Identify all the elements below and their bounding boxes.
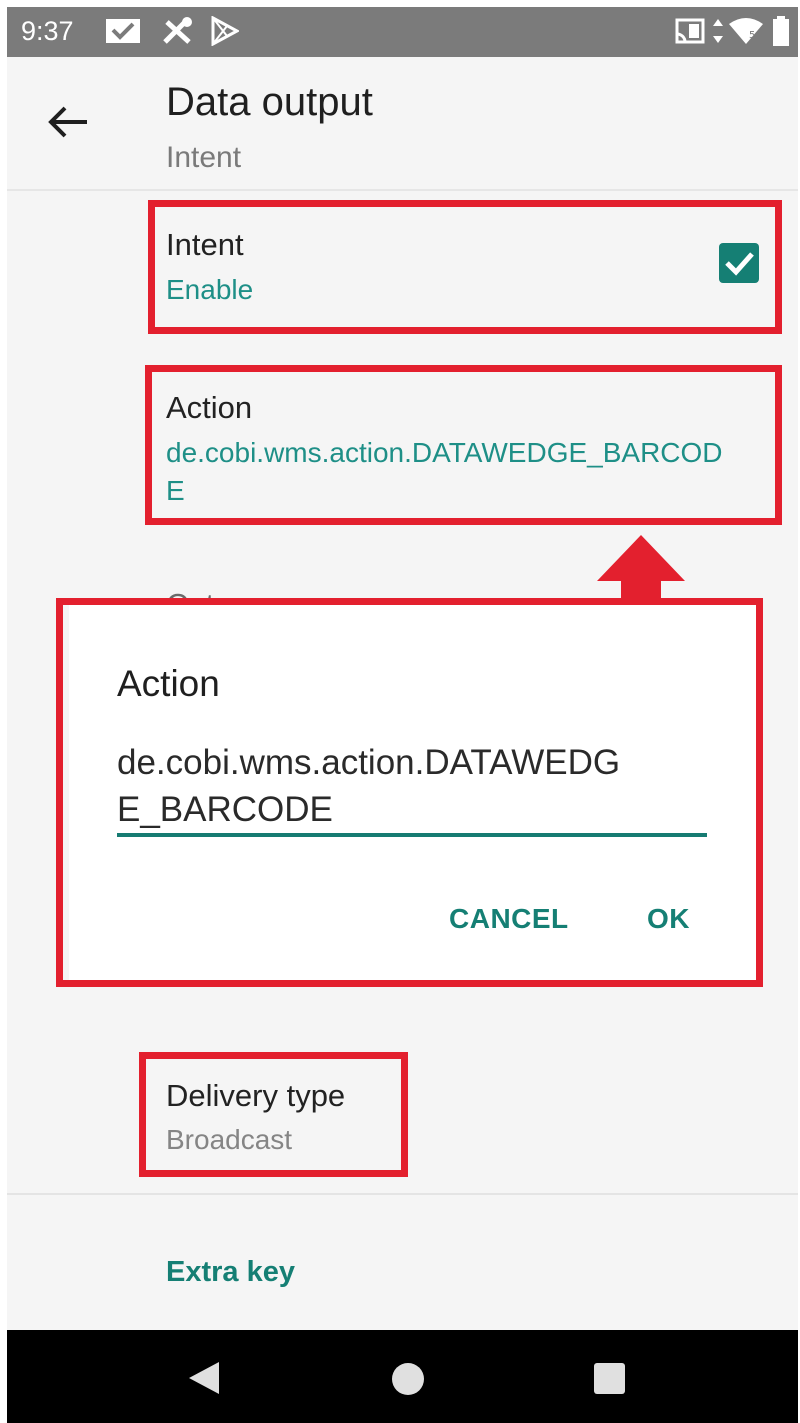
tools-icon [163, 17, 192, 44]
cast-icon [675, 18, 705, 44]
page-title: Data output [166, 80, 373, 124]
screen: 9:37 5 Data output Intent Intent Enable … [7, 7, 798, 1423]
battery-icon [773, 16, 789, 46]
wifi-icon: 5 [729, 18, 763, 44]
extra-key-header[interactable]: Extra key [166, 1256, 295, 1289]
section-divider [7, 1193, 798, 1195]
play-store-icon [211, 16, 239, 46]
svg-text:5: 5 [749, 30, 755, 41]
nav-bar [7, 1330, 798, 1423]
highlight-intent [148, 200, 782, 334]
nav-home-icon[interactable] [392, 1363, 424, 1395]
data-arrows-icon [713, 19, 723, 43]
arrow-left-icon[interactable] [45, 99, 91, 145]
highlight-delivery [139, 1052, 408, 1177]
mail-check-icon [106, 19, 140, 43]
highlight-dialog [56, 598, 763, 987]
nav-back-icon[interactable] [187, 1360, 221, 1396]
nav-recents-icon[interactable] [594, 1363, 625, 1394]
status-time: 9:37 [21, 16, 74, 46]
app-bar: Data output Intent [7, 57, 798, 191]
highlight-action [145, 365, 782, 525]
status-bar: 9:37 5 [7, 7, 798, 57]
page-subtitle: Intent [166, 141, 242, 174]
